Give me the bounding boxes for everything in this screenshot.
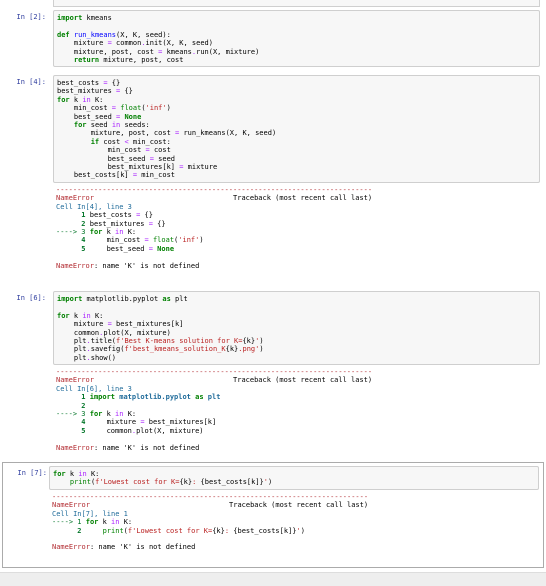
traceback-title: Traceback (most recent call last) [233, 376, 373, 385]
cell-input[interactable]: best_costs = {} best_mixtures = {} for k… [53, 75, 540, 183]
cell-prompt: In [7]: [17, 469, 47, 477]
error-separator: ----------------------------------------… [56, 186, 373, 194]
cell-input[interactable]: import kmeans def run_kmeans(X, K, seed)… [53, 10, 540, 67]
notebook-footer [0, 572, 546, 586]
traceback-title: Traceback (most recent call last) [229, 501, 369, 510]
error-message: NameError: name 'K' is not defined [52, 543, 196, 552]
cell-input[interactable]: for k in K: print(f'Lowest cost for K={k… [49, 466, 539, 490]
cell-prompt: In [6]: [16, 294, 46, 302]
cell-prompt: In [2]: [16, 13, 46, 21]
error-name: NameError [56, 376, 94, 385]
error-separator: ----------------------------------------… [56, 368, 373, 376]
error-message: NameError: name 'K' is not defined [56, 443, 200, 452]
cell-prompt: In [4]: [16, 78, 46, 86]
cell-ref: Cell In[4], line 3 [56, 202, 132, 211]
previous-cell-input[interactable] [53, 0, 540, 7]
cell-error-output: ----------------------------------------… [56, 186, 373, 270]
cell-ref: Cell In[6], line 3 [56, 384, 132, 393]
code-cell-4[interactable]: In [4]: best_costs = {} best_mixtures = … [4, 75, 542, 275]
cell-error-output: ----------------------------------------… [56, 368, 373, 452]
cell-code[interactable]: import kmeans def run_kmeans(X, K, seed)… [57, 14, 536, 64]
error-name: NameError [56, 194, 94, 203]
cell-error-output: ----------------------------------------… [52, 493, 369, 552]
cell-input[interactable]: import matplotlib.pyplot as plt for k in… [53, 291, 540, 365]
cell-code[interactable]: best_costs = {} best_mixtures = {} for k… [57, 79, 536, 180]
error-message: NameError: name 'K' is not defined [56, 261, 200, 270]
cell-code[interactable]: import matplotlib.pyplot as plt for k in… [57, 295, 536, 362]
traceback-title: Traceback (most recent call last) [233, 194, 373, 203]
error-name: NameError [52, 501, 90, 510]
cell-code[interactable]: for k in K: print(f'Lowest cost for K={k… [53, 470, 535, 487]
error-separator: ----------------------------------------… [52, 493, 369, 501]
code-cell-7[interactable]: In [7]: for k in K: print(f'Lowest cost … [2, 462, 544, 568]
code-cell-6[interactable]: In [6]: import matplotlib.pyplot as plt … [4, 291, 542, 452]
notebook-page: In [2]: import kmeans def run_kmeans(X, … [0, 0, 546, 572]
cell-ref: Cell In[7], line 1 [52, 509, 128, 518]
code-cell-2[interactable]: In [2]: import kmeans def run_kmeans(X, … [4, 10, 542, 68]
